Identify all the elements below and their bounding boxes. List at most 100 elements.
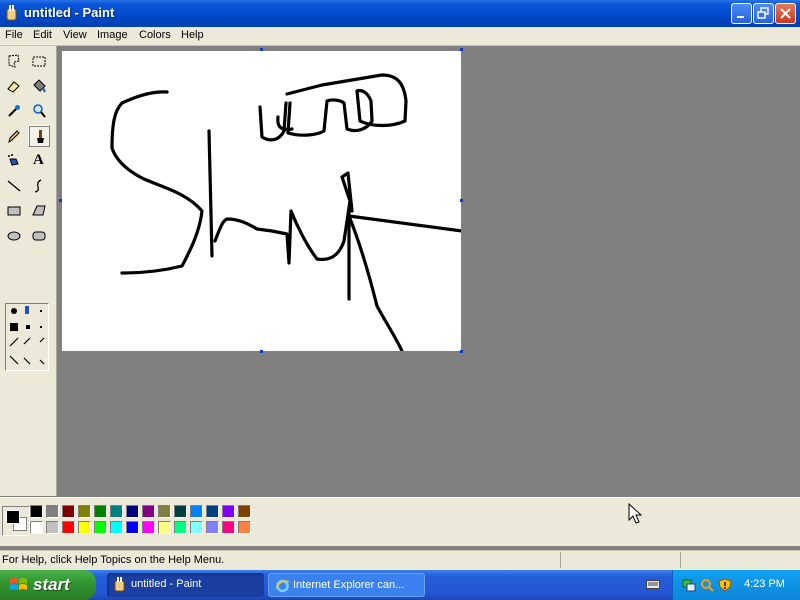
- palette-color-swatch[interactable]: [126, 521, 139, 534]
- brush-shape-option[interactable]: [26, 325, 30, 329]
- title-bar: untitled - Paint: [0, 0, 800, 27]
- palette-color-swatch[interactable]: [78, 521, 91, 534]
- network-icon[interactable]: [682, 578, 696, 592]
- pencil-tool[interactable]: [3, 125, 25, 147]
- minimize-button[interactable]: [731, 3, 752, 24]
- eraser-icon: [7, 81, 20, 93]
- canvas-resize-handle[interactable]: [59, 199, 62, 202]
- status-pane-coordinates: [560, 552, 679, 568]
- security-shield-icon[interactable]: [718, 578, 732, 592]
- line-icon: [7, 180, 21, 192]
- mouse-cursor-icon: [628, 503, 642, 524]
- pick-color-tool[interactable]: [3, 100, 25, 122]
- paint-app-icon: [114, 577, 125, 592]
- paint-bucket-icon: [33, 79, 46, 93]
- palette-color-swatch[interactable]: [78, 505, 91, 518]
- foreground-color-swatch[interactable]: [6, 510, 20, 524]
- brush-shape-option[interactable]: [40, 310, 42, 312]
- menu-image[interactable]: Image: [97, 29, 128, 41]
- brush-shape-option[interactable]: [40, 326, 42, 328]
- status-pane-size: [680, 552, 799, 568]
- text-icon: A: [33, 152, 44, 168]
- fill-with-color-tool[interactable]: [28, 75, 50, 97]
- palette-color-swatch[interactable]: [142, 505, 155, 518]
- menu-edit[interactable]: Edit: [33, 29, 52, 41]
- taskbar-item-label: untitled - Paint: [131, 578, 202, 590]
- line-tool[interactable]: [3, 175, 25, 197]
- start-button[interactable]: start: [0, 570, 96, 600]
- palette-color-swatch[interactable]: [238, 521, 251, 534]
- rectangle-select-tool[interactable]: [28, 50, 50, 72]
- brush-slant-options[interactable]: [8, 336, 48, 368]
- taskbar-item-internet-explorer[interactable]: Internet Explorer can...: [268, 573, 425, 597]
- brush-tool[interactable]: [28, 125, 50, 147]
- canvas-resize-handle[interactable]: [460, 48, 463, 51]
- palette-color-swatch[interactable]: [238, 505, 251, 518]
- palette-color-swatch[interactable]: [222, 521, 235, 534]
- ellipse-tool[interactable]: [3, 225, 25, 247]
- drawing-stroke: [347, 214, 461, 233]
- taskbar-item-paint[interactable]: untitled - Paint: [107, 573, 264, 597]
- menu-bar: File Edit View Image Colors Help: [0, 27, 800, 46]
- eraser-tool[interactable]: [3, 75, 25, 97]
- magnifier-tool[interactable]: [28, 100, 50, 122]
- palette-color-swatch[interactable]: [46, 521, 59, 534]
- curve-tool[interactable]: [28, 175, 50, 197]
- search-icon[interactable]: [700, 578, 714, 592]
- palette-color-swatch[interactable]: [110, 521, 123, 534]
- rectangle-tool[interactable]: [3, 200, 25, 222]
- menu-help[interactable]: Help: [181, 29, 204, 41]
- palette-color-swatch[interactable]: [30, 521, 43, 534]
- rounded-rectangle-icon: [32, 231, 46, 241]
- airbrush-tool[interactable]: [3, 150, 25, 172]
- curve-icon: [34, 179, 42, 193]
- canvas-resize-handle[interactable]: [260, 48, 263, 51]
- close-button[interactable]: [775, 3, 796, 24]
- palette-color-swatch[interactable]: [158, 521, 171, 534]
- free-form-select-icon: [8, 54, 20, 68]
- windows-logo-icon: [10, 578, 27, 590]
- palette-color-swatch[interactable]: [222, 505, 235, 518]
- palette-color-swatch[interactable]: [158, 505, 171, 518]
- palette-color-swatch[interactable]: [62, 521, 75, 534]
- drawing-stroke-word: [258, 73, 408, 142]
- canvas-resize-handle[interactable]: [260, 350, 263, 353]
- palette-color-swatch[interactable]: [126, 505, 139, 518]
- palette-color-swatch[interactable]: [94, 521, 107, 534]
- palette-color-swatch[interactable]: [174, 505, 187, 518]
- airbrush-icon: [8, 154, 19, 166]
- brush-shape-option[interactable]: [10, 323, 18, 331]
- brush-shape-option[interactable]: [25, 306, 29, 314]
- menu-file[interactable]: File: [5, 29, 23, 41]
- brush-shape-option[interactable]: [11, 308, 17, 314]
- palette-color-swatch[interactable]: [30, 505, 43, 518]
- paint-app-icon[interactable]: [4, 5, 19, 21]
- palette-color-swatch[interactable]: [110, 505, 123, 518]
- free-form-select-tool[interactable]: [3, 50, 25, 72]
- palette-color-swatch[interactable]: [190, 505, 203, 518]
- polygon-tool[interactable]: [28, 200, 50, 222]
- palette-color-swatch[interactable]: [190, 521, 203, 534]
- palette-color-swatch[interactable]: [206, 521, 219, 534]
- restore-button[interactable]: [753, 3, 774, 24]
- window-title: untitled - Paint: [24, 5, 115, 20]
- canvas-drawing: [110, 73, 461, 351]
- drawing-canvas[interactable]: [62, 51, 461, 351]
- palette-color-swatch[interactable]: [62, 505, 75, 518]
- canvas-resize-handle[interactable]: [460, 350, 463, 353]
- rounded-rectangle-tool[interactable]: [28, 225, 50, 247]
- palette-color-swatch[interactable]: [174, 521, 187, 534]
- start-label: start: [33, 575, 70, 594]
- keyboard-icon[interactable]: [646, 578, 660, 590]
- text-tool[interactable]: A: [28, 150, 50, 172]
- palette-color-swatch[interactable]: [142, 521, 155, 534]
- palette-color-swatch[interactable]: [46, 505, 59, 518]
- magnifier-icon: [33, 104, 46, 118]
- menu-view[interactable]: View: [63, 29, 87, 41]
- drawing-stroke-s: [110, 90, 204, 275]
- current-colors[interactable]: [2, 506, 30, 536]
- menu-colors[interactable]: Colors: [139, 29, 171, 41]
- canvas-resize-handle[interactable]: [460, 199, 463, 202]
- palette-color-swatch[interactable]: [206, 505, 219, 518]
- palette-color-swatch[interactable]: [94, 505, 107, 518]
